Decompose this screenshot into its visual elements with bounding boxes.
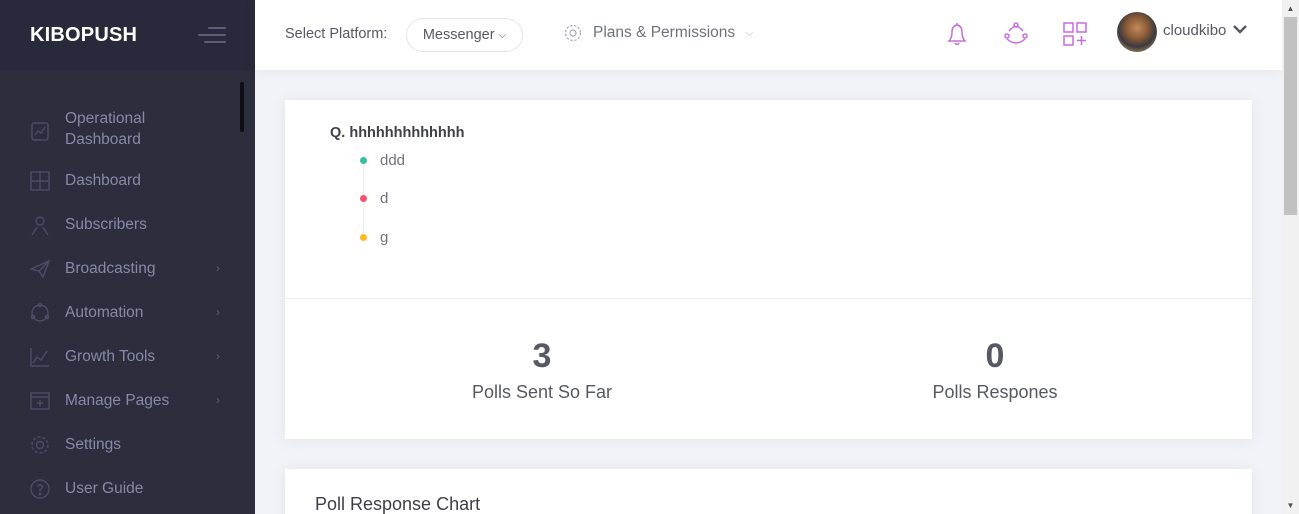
- stat-caption: Polls Sent So Far: [471, 382, 613, 402]
- chevron-down-icon: ⌵: [745, 26, 754, 39]
- sidebar-item-growth-tools[interactable]: Growth Tools ›: [0, 346, 255, 368]
- option-text: g: [380, 229, 389, 246]
- poll-question: Q. hhhhhhhhhhhhh: [330, 125, 465, 141]
- sidebar-item-label: Manage Pages: [65, 392, 170, 409]
- option-dot: [360, 195, 367, 202]
- polls-responses-stat: 0 Polls Respones: [870, 336, 1120, 403]
- poll-summary-card: Q. hhhhhhhhhhhhh ddd d g 3 Polls Sent So…: [285, 100, 1252, 439]
- user-name[interactable]: cloudkibo: [1163, 22, 1226, 39]
- sidebar-item-label: Dashboard: [65, 172, 141, 189]
- select-platform-label: Select Platform:: [285, 26, 388, 42]
- chart-title: Poll Response Chart: [315, 494, 481, 514]
- paper-plane-icon: [28, 258, 51, 280]
- card-divider: [285, 298, 1252, 299]
- platform-value: Messenger: [422, 27, 495, 43]
- sidebar-item-user-guide[interactable]: User Guide: [0, 478, 255, 500]
- option-text: d: [380, 190, 389, 207]
- option-dot: [360, 157, 367, 164]
- top-header: Select Platform: Messenger ⌵ Plans & Per…: [255, 0, 1282, 70]
- stat-value: 3: [532, 337, 552, 375]
- sidebar-item-manage-pages[interactable]: Manage Pages ›: [0, 390, 255, 412]
- sidebar-item-subscribers[interactable]: Subscribers: [0, 214, 255, 236]
- automation-icon: [29, 302, 51, 324]
- option-dot: [360, 234, 367, 241]
- bell-icon[interactable]: [944, 20, 970, 48]
- scroll-up-arrow-icon[interactable]: ▲: [1282, 0, 1299, 17]
- sidebar-item-label: Growth Tools: [65, 348, 156, 365]
- stat-caption: Polls Respones: [932, 382, 1058, 402]
- sidebar-toggle-icon[interactable]: [198, 27, 226, 47]
- gear-icon: [29, 434, 51, 456]
- sidebar-item-label: Subscribers: [65, 216, 147, 233]
- scroll-thumb[interactable]: [1284, 17, 1297, 215]
- gear-icon: [563, 23, 583, 43]
- sidebar-item-operational-dashboard[interactable]: Operational Dashboard: [0, 108, 255, 152]
- share-network-icon[interactable]: [1003, 20, 1029, 48]
- chevron-down-icon[interactable]: [1232, 21, 1248, 37]
- apps-add-icon[interactable]: [1062, 20, 1088, 48]
- chevron-right-icon: ›: [216, 393, 220, 407]
- brand-logo-text: KIBOPUSH: [30, 23, 138, 46]
- sidebar-item-dashboard[interactable]: Dashboard: [0, 170, 255, 192]
- plans-permissions-menu[interactable]: Plans & Permissions ⌵: [563, 23, 753, 43]
- add-page-icon: [29, 390, 51, 412]
- option-text: ddd: [380, 152, 406, 169]
- sidebar-item-label: Automation: [65, 304, 144, 321]
- chevron-right-icon: ›: [216, 349, 220, 363]
- poll-response-chart-card: Poll Response Chart: [285, 469, 1252, 514]
- scroll-down-arrow-icon[interactable]: ▼: [1282, 497, 1299, 514]
- page-scrollbar[interactable]: ▲ ▼: [1282, 0, 1299, 514]
- sidebar-item-automation[interactable]: Automation ›: [0, 302, 255, 324]
- sidebar-item-broadcasting[interactable]: Broadcasting ›: [0, 258, 255, 280]
- poll-option: ddd: [360, 152, 405, 169]
- poll-option: g: [360, 229, 388, 246]
- question-circle-icon: [29, 478, 51, 500]
- chevron-down-icon: ⌵: [498, 29, 507, 41]
- sidebar: KIBOPUSH Operational Dashboard Dashboard…: [0, 0, 255, 514]
- users-icon: [29, 214, 51, 236]
- chevron-right-icon: ›: [216, 261, 220, 275]
- line-chart-icon: [29, 346, 51, 368]
- brand-header: KIBOPUSH: [0, 0, 255, 70]
- grid-icon: [29, 170, 51, 192]
- chevron-right-icon: ›: [216, 305, 220, 319]
- stat-value: 0: [985, 337, 1005, 375]
- sidebar-item-label: Broadcasting: [65, 260, 156, 277]
- platform-dropdown[interactable]: Messenger ⌵: [406, 18, 523, 52]
- polls-sent-stat: 3 Polls Sent So Far: [417, 336, 667, 403]
- chart-board-icon: [29, 120, 51, 142]
- sidebar-item-label: Operational Dashboard: [65, 110, 146, 148]
- sidebar-item-label: Settings: [65, 436, 122, 453]
- poll-option: d: [360, 190, 388, 207]
- sidebar-item-settings[interactable]: Settings: [0, 434, 255, 456]
- user-avatar[interactable]: [1117, 12, 1157, 52]
- sidebar-item-label: User Guide: [65, 480, 144, 497]
- plans-permissions-label: Plans & Permissions: [593, 24, 736, 41]
